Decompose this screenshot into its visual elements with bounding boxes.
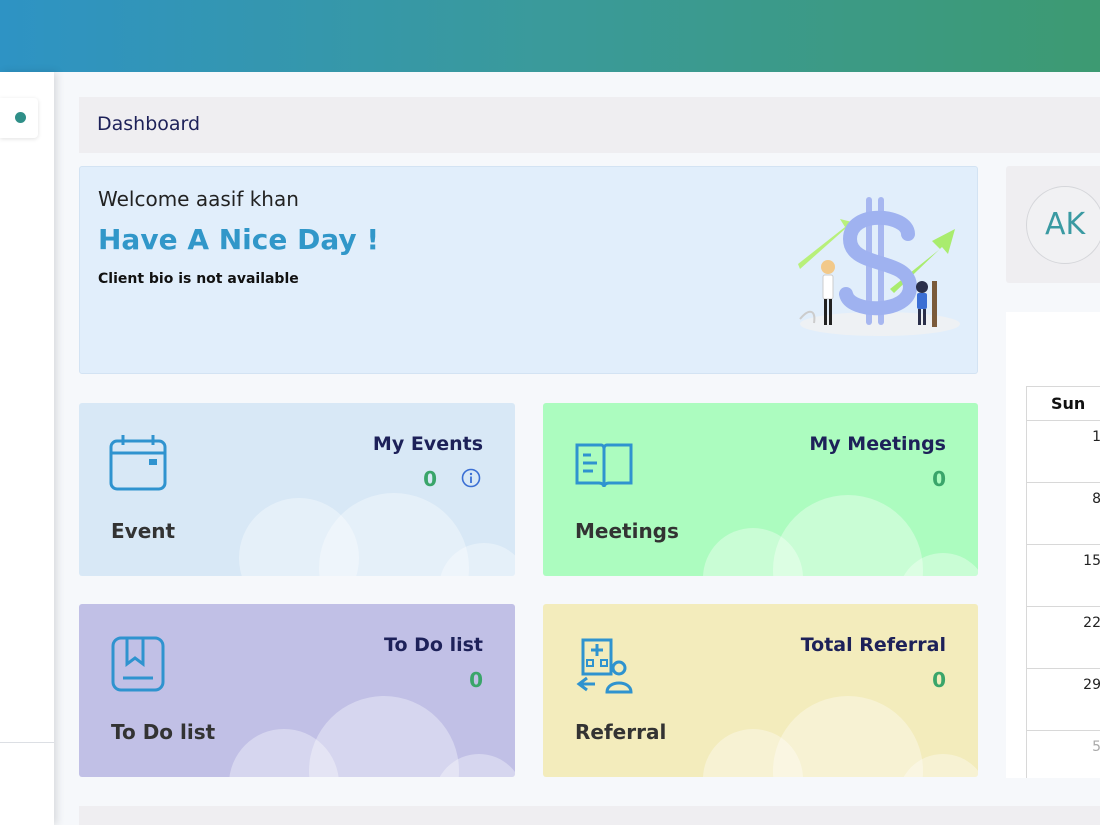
welcome-greeting: Welcome aasif khan [98, 187, 299, 211]
bottom-panel [79, 806, 1100, 825]
calendar-day-number: 22 [1083, 615, 1100, 631]
calendar-day-cell[interactable]: 1 [1027, 421, 1100, 483]
finance-growth-illustration-icon [798, 197, 960, 336]
calendar-day-header: Sun [1027, 387, 1100, 421]
calendar-grid: Sun 1 8 15 22 29 5 [1026, 386, 1100, 778]
meetings-card-label: Meetings [575, 519, 679, 543]
todo-card[interactable]: To Do list 0 To Do list [79, 604, 515, 777]
calendar-day-number: 8 [1092, 491, 1100, 507]
meetings-card[interactable]: My Meetings 0 Meetings [543, 403, 978, 576]
calendar-day-cell[interactable]: 8 [1027, 483, 1100, 545]
calendar: Sun 1 8 15 22 29 5 [1006, 312, 1100, 778]
todo-card-label: To Do list [111, 720, 216, 744]
cloud-decoration [309, 696, 459, 777]
events-card-label: Event [111, 519, 176, 543]
sidebar-divider [0, 742, 54, 743]
avatar[interactable]: AK [1026, 186, 1100, 264]
calendar-day-cell[interactable]: 29 [1027, 669, 1100, 731]
cloud-decoration [773, 495, 923, 576]
calendar-icon [109, 435, 167, 491]
referral-card[interactable]: Total Referral 0 Referral [543, 604, 978, 777]
book-icon [575, 443, 633, 488]
referral-card-title: Total Referral [800, 634, 946, 656]
welcome-banner: Welcome aasif khan Have A Nice Day ! Cli… [79, 166, 978, 374]
profile-card: AK [1006, 166, 1100, 283]
hospital-person-icon [576, 638, 633, 694]
bookmark-book-icon [111, 636, 165, 692]
top-header-bar [0, 0, 1100, 72]
todo-count: 0 [469, 668, 483, 692]
events-count: 0 [423, 467, 437, 491]
cloud-decoration [773, 696, 923, 777]
page-title: Dashboard [97, 113, 201, 135]
status-dot-icon [15, 112, 26, 123]
avatar-initials: AK [1045, 207, 1086, 242]
client-bio: Client bio is not available [98, 271, 299, 287]
events-card-title: My Events [372, 433, 483, 455]
referral-card-label: Referral [575, 720, 667, 744]
calendar-day-header-label: Sun [1051, 394, 1086, 413]
calendar-day-cell[interactable]: 15 [1027, 545, 1100, 607]
info-icon[interactable] [461, 468, 481, 488]
calendar-day-number: 1 [1092, 429, 1100, 445]
calendar-day-cell[interactable]: 22 [1027, 607, 1100, 669]
meetings-card-title: My Meetings [809, 433, 946, 455]
todo-card-title: To Do list [384, 634, 483, 656]
calendar-day-number: 5 [1092, 739, 1100, 755]
calendar-day-number: 15 [1083, 553, 1100, 569]
sidebar [0, 72, 54, 825]
referral-count: 0 [932, 668, 946, 692]
welcome-headline: Have A Nice Day ! [98, 223, 380, 256]
calendar-day-number: 29 [1083, 677, 1100, 693]
breadcrumb: Dashboard [79, 97, 1100, 153]
meetings-count: 0 [932, 467, 946, 491]
calendar-day-cell[interactable]: 5 [1027, 731, 1100, 793]
events-card[interactable]: My Events 0 Event [79, 403, 515, 576]
